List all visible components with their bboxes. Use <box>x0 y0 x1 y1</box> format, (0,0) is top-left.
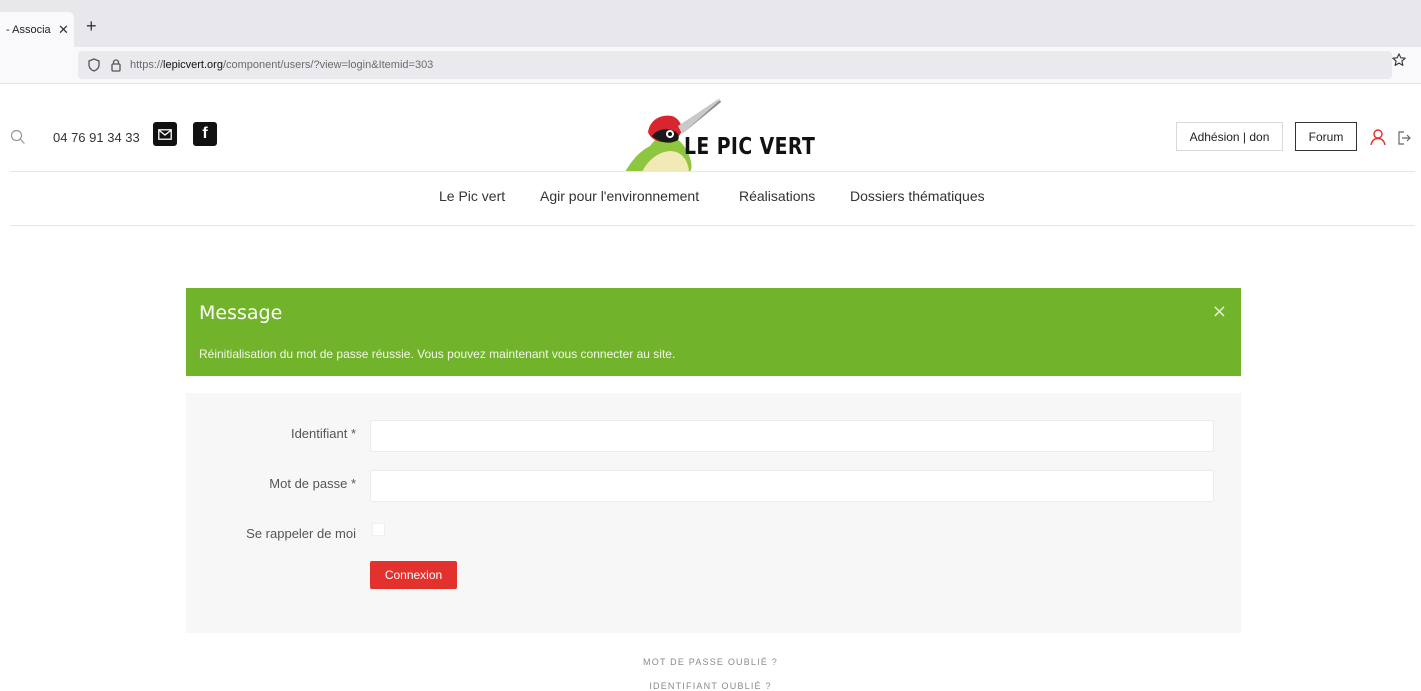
remember-label: Se rappeler de moi <box>246 526 356 541</box>
site-header: 04 76 91 34 33 f LE PIC VERT Adhésion | … <box>0 84 1421 172</box>
login-form: Identifiant * Mot de passe * Se rappeler… <box>186 393 1241 633</box>
user-icon[interactable] <box>1369 128 1387 151</box>
alert-title: Message <box>199 302 283 324</box>
phone-number[interactable]: 04 76 91 34 33 <box>53 130 140 145</box>
main-nav: Le Pic vert Agir pour l'environnement Ré… <box>0 188 1421 208</box>
search-icon[interactable] <box>10 129 26 150</box>
shield-icon[interactable] <box>86 57 102 73</box>
alert-text: Réinitialisation du mot de passe réussie… <box>199 347 676 361</box>
forgot-username-link[interactable]: IDENTIFIANT OUBLIÉ ? <box>0 681 1421 691</box>
nav-item-le-pic-vert[interactable]: Le Pic vert <box>439 188 505 204</box>
nav-item-realisations[interactable]: Réalisations <box>739 188 815 204</box>
forgot-password-link[interactable]: MOT DE PASSE OUBLIÉ ? <box>0 657 1421 667</box>
forum-button[interactable]: Forum <box>1295 122 1357 151</box>
username-input[interactable] <box>370 420 1214 452</box>
mail-icon[interactable] <box>153 122 177 146</box>
success-alert: Message Réinitialisation du mot de passe… <box>186 288 1241 376</box>
tab-close-icon[interactable]: ✕ <box>58 22 69 38</box>
header-divider <box>10 171 1415 172</box>
nav-item-agir[interactable]: Agir pour l'environnement <box>540 188 699 204</box>
facebook-icon[interactable]: f <box>193 122 217 146</box>
url-path: /component/users/?view=login&Itemid=303 <box>222 59 434 71</box>
logout-icon[interactable] <box>1396 130 1412 151</box>
adhesion-button[interactable]: Adhésion | don <box>1176 122 1283 151</box>
url-bar[interactable]: https://lepicvert.org/component/users/?v… <box>78 51 1392 79</box>
browser-nav-bar: https://lepicvert.org/component/users/?v… <box>0 47 1421 84</box>
password-input[interactable] <box>370 470 1214 502</box>
nav-divider <box>10 225 1415 226</box>
lock-icon[interactable] <box>108 57 124 73</box>
browser-tab-bar: - Associa ✕ + <box>0 0 1421 47</box>
logo-text[interactable]: LE PIC VERT <box>684 134 815 160</box>
browser-tab[interactable]: - Associa ✕ <box>0 12 74 47</box>
login-button[interactable]: Connexion <box>370 561 457 589</box>
tab-title: - Associa <box>6 23 51 36</box>
url-host: lepicvert.org <box>163 59 223 71</box>
nav-item-dossiers[interactable]: Dossiers thématiques <box>850 188 985 204</box>
url-scheme: https:// <box>130 59 164 71</box>
close-icon[interactable]: × <box>1212 301 1227 322</box>
new-tab-button[interactable]: + <box>86 16 97 37</box>
password-label: Mot de passe * <box>269 476 356 491</box>
username-label: Identifiant * <box>290 426 356 441</box>
remember-checkbox[interactable] <box>372 523 385 536</box>
star-icon[interactable] <box>1391 52 1407 73</box>
